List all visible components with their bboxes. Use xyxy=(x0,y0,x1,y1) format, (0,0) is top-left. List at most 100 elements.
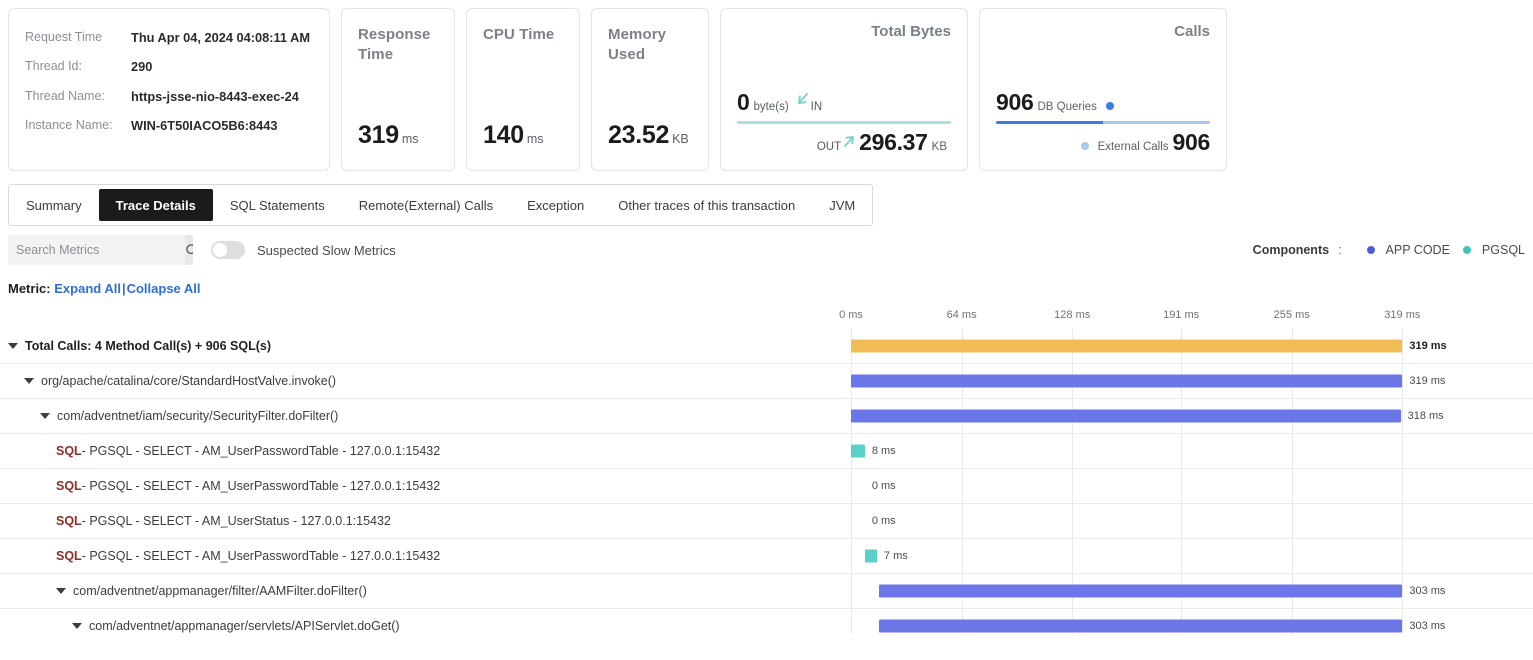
trace-bar[interactable] xyxy=(851,375,1402,388)
trace-row-label: com/adventnet/appmanager/filter/AAMFilte… xyxy=(73,584,367,598)
sql-tag: SQL xyxy=(56,479,82,493)
trace-row-label: - PGSQL - SELECT - AM_UserPasswordTable … xyxy=(82,549,441,563)
trace-bar[interactable] xyxy=(879,585,1403,598)
tab-label: Summary xyxy=(26,198,82,213)
trace-bar[interactable] xyxy=(865,550,877,563)
caret-down-icon[interactable] xyxy=(40,413,50,419)
tab-remote-external-calls[interactable]: Remote(External) Calls xyxy=(342,185,510,225)
bytes-out-value: 296.37 xyxy=(859,129,928,156)
info-value: Thu Apr 04, 2024 04:08:11 AM xyxy=(131,29,315,58)
info-value: WIN-6T50IACO5B6:8443 xyxy=(131,117,315,146)
tab-trace-details[interactable]: Trace Details xyxy=(99,189,213,221)
legend-label: APP CODE xyxy=(1386,243,1450,257)
trace-row-label-cell: org/apache/catalina/core/StandardHostVal… xyxy=(0,364,845,398)
tab-label: Exception xyxy=(527,198,584,213)
tab-summary[interactable]: Summary xyxy=(9,185,99,225)
axis-tick-label: 64 ms xyxy=(947,309,977,321)
sql-tag: SQL xyxy=(56,514,82,528)
bytes-divider-bar xyxy=(737,121,951,124)
tab-bar: Summary Trace DetailsSQL Statements Remote… xyxy=(8,184,873,226)
trace-row[interactable]: SQL - PGSQL - SELECT - AM_UserPasswordTa… xyxy=(0,433,1533,468)
filter-row: Suspected Slow Metrics Components : APP … xyxy=(0,226,1533,274)
memory-used-card: Memory Used 23.52KB xyxy=(591,8,709,171)
card-value-wrap: 319ms xyxy=(358,121,418,150)
metric-number: 23.52 xyxy=(608,121,669,149)
timeline-axis: 0 ms64 ms128 ms191 ms255 ms319 ms xyxy=(851,304,1533,328)
expand-all-link[interactable]: Expand All xyxy=(54,281,121,296)
trace-timeline: 0 ms64 ms128 ms191 ms255 ms319 ms Total … xyxy=(0,304,1533,634)
collapse-all-link[interactable]: Collapse All xyxy=(127,281,201,296)
search-button[interactable] xyxy=(185,235,193,265)
trace-row-label-cell: com/adventnet/appmanager/filter/AAMFilte… xyxy=(0,574,845,608)
components-separator: : xyxy=(1338,243,1341,257)
bytes-in-value: 0 xyxy=(737,89,750,116)
axis-tick-label: 255 ms xyxy=(1274,309,1310,321)
trace-row[interactable]: com/adventnet/appmanager/servlets/APISer… xyxy=(0,608,1533,634)
info-label: Request Time xyxy=(25,29,131,58)
trace-bar-value: 303 ms xyxy=(1409,585,1445,597)
trace-bar[interactable] xyxy=(879,620,1403,633)
trace-rows: Total Calls: 4 Method Call(s) + 906 SQL(… xyxy=(0,328,1533,634)
bytes-out-unit: KB xyxy=(932,141,947,153)
trace-bar[interactable] xyxy=(851,410,1401,423)
info-label: Thread Name: xyxy=(25,88,131,117)
trace-row[interactable]: SQL - PGSQL - SELECT - AM_UserPasswordTa… xyxy=(0,468,1533,503)
card-title: Total Bytes xyxy=(737,23,951,40)
tab-label: JVM xyxy=(829,198,855,213)
total-bytes-card: Total Bytes 0 byte(s) IN OUT 296.37 KB xyxy=(720,8,968,171)
trace-row[interactable]: com/adventnet/iam/security/SecurityFilte… xyxy=(0,398,1533,433)
metric-unit: KB xyxy=(672,132,689,146)
metric-header-pipe: | xyxy=(122,281,126,296)
components-title: Components xyxy=(1253,243,1329,257)
trace-row-bar-cell: 303 ms xyxy=(851,609,1533,634)
info-value: 290 xyxy=(131,58,315,87)
trace-bar[interactable] xyxy=(851,339,1402,352)
trace-row-label: com/adventnet/iam/security/SecurityFilte… xyxy=(57,409,338,423)
cpu-time-card: CPU Time 140ms xyxy=(466,8,580,171)
trace-row[interactable]: org/apache/catalina/core/StandardHostVal… xyxy=(0,363,1533,398)
tab-other-traces-of-this-transaction[interactable]: Other traces of this transaction xyxy=(601,185,812,225)
suspected-slow-metrics-toggle[interactable] xyxy=(211,241,245,259)
legend-item-app-code[interactable]: APP CODE xyxy=(1362,243,1450,257)
trace-bar[interactable] xyxy=(851,445,865,458)
tab-sql-statements[interactable]: SQL Statements xyxy=(213,185,342,225)
trace-row-bar-cell: 0 ms xyxy=(851,469,1533,503)
trace-bar-value: 318 ms xyxy=(1408,410,1444,422)
metric-unit: ms xyxy=(402,132,419,146)
card-title: Memory Used xyxy=(608,25,694,65)
trace-bar-value: 0 ms xyxy=(872,515,896,527)
trace-row[interactable]: Total Calls: 4 Method Call(s) + 906 SQL(… xyxy=(0,328,1533,363)
db-queries-label: DB Queries xyxy=(1037,101,1096,113)
trace-bar-value: 319 ms xyxy=(1409,340,1446,352)
caret-down-icon[interactable] xyxy=(24,378,34,384)
app-code-dot-icon xyxy=(1367,246,1375,254)
trace-bar-value: 319 ms xyxy=(1409,375,1445,387)
info-label: Instance Name: xyxy=(25,117,131,146)
search-input[interactable] xyxy=(8,235,185,265)
trace-row-bar-cell: 319 ms xyxy=(851,328,1533,363)
calls-split: 906 DB Queries External Calls 906 xyxy=(996,89,1210,156)
legend-label: PGSQL xyxy=(1482,243,1525,257)
caret-down-icon[interactable] xyxy=(56,588,66,594)
tab-jvm[interactable]: JVM xyxy=(812,185,872,225)
tab-label: Remote(External) Calls xyxy=(359,198,493,213)
toggle-knob xyxy=(213,243,227,257)
trace-row-bar-cell: 0 ms xyxy=(851,504,1533,538)
metric-unit: ms xyxy=(527,132,544,146)
trace-bar-value: 303 ms xyxy=(1409,620,1445,632)
caret-down-icon[interactable] xyxy=(72,623,82,629)
components-legend: Components : APP CODE PGSQL xyxy=(1253,243,1525,257)
trace-row-bar-cell: 303 ms xyxy=(851,574,1533,608)
bytes-out-label: OUT xyxy=(817,141,841,153)
total-bytes-split: 0 byte(s) IN OUT 296.37 KB xyxy=(737,89,951,156)
caret-down-icon[interactable] xyxy=(8,343,18,349)
trace-row-bar-cell: 7 ms xyxy=(851,539,1533,573)
metric-header-label: Metric: xyxy=(8,281,51,296)
trace-row[interactable]: com/adventnet/appmanager/filter/AAMFilte… xyxy=(0,573,1533,608)
trace-row[interactable]: SQL - PGSQL - SELECT - AM_UserPasswordTa… xyxy=(0,538,1533,573)
tab-exception[interactable]: Exception xyxy=(510,185,601,225)
search-icon xyxy=(185,243,193,258)
card-title: Calls xyxy=(996,23,1210,40)
trace-row[interactable]: SQL - PGSQL - SELECT - AM_UserStatus - 1… xyxy=(0,503,1533,538)
legend-item-pgsql[interactable]: PGSQL xyxy=(1458,243,1525,257)
